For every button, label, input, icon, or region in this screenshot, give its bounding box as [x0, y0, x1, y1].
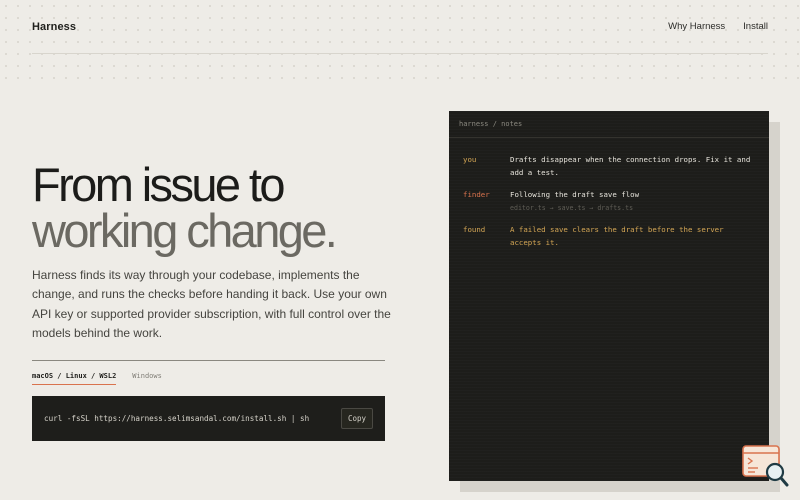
terminal-title: harness / notes [449, 111, 769, 138]
copy-button[interactable]: Copy [340, 408, 373, 429]
hero-title: From issue to working change. [32, 158, 338, 257]
nav-link-install[interactable]: Install [743, 21, 768, 32]
install-command-box: curl -fsSL https://harness.selimsandal.c… [32, 396, 385, 441]
terminal-message: finder Following the draft save flow edi… [463, 189, 763, 214]
message-text: Drafts disappear when the connection dro… [510, 155, 751, 177]
message-text: A failed save clears the draft before th… [510, 225, 724, 247]
message-subtext: editor.ts → save.ts → drafts.ts [510, 203, 634, 212]
terminal-message: found A failed save clears the draft bef… [463, 224, 763, 249]
install-command[interactable]: curl -fsSL https://harness.selimsandal.c… [44, 414, 309, 423]
message-speaker: found [463, 225, 486, 234]
message-body: Following the draft save flow editor.ts … [510, 189, 755, 214]
top-nav: Harness Why Harness Install [32, 0, 768, 54]
tab-windows[interactable]: Windows [132, 372, 162, 385]
message-text: Following the draft save flow [510, 190, 640, 199]
search-terminal-icon[interactable] [742, 445, 790, 489]
brand-logo[interactable]: Harness [32, 21, 76, 33]
message-speaker: you [463, 155, 477, 164]
terminal-panel: harness / notes you Drafts disappear whe… [449, 111, 769, 481]
tab-macos-linux-wsl2[interactable]: macOS / Linux / WSL2 [32, 372, 117, 385]
hero-title-line-2: working change. [32, 204, 338, 257]
hero-title-line-1: From issue to [32, 158, 285, 211]
terminal-message: you Drafts disappear when the connection… [463, 154, 763, 179]
message-speaker: finder [463, 190, 490, 199]
install-tabs: macOS / Linux / WSL2 Windows [32, 372, 162, 385]
nav-link-why-harness[interactable]: Why Harness [668, 21, 725, 32]
install-divider [32, 360, 385, 361]
hero-description: Harness finds its way through your codeb… [32, 268, 391, 341]
nav-links: Why Harness Install [668, 21, 768, 32]
